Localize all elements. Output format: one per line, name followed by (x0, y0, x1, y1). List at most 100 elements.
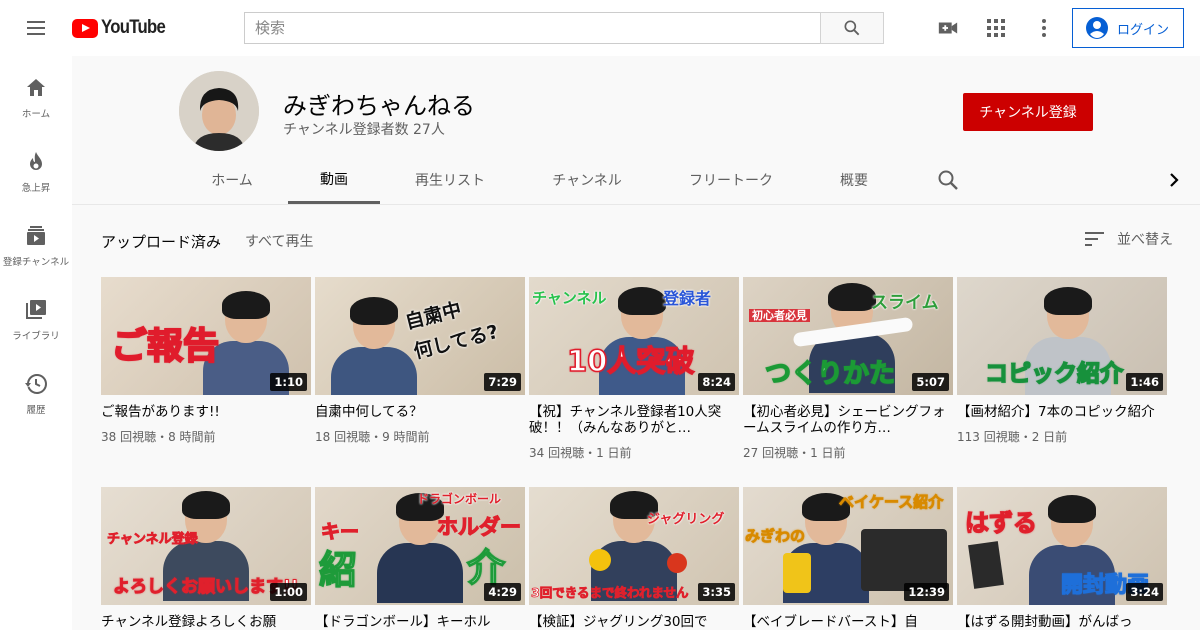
login-button[interactable]: ログイン (1072, 8, 1184, 48)
search-icon (844, 20, 860, 36)
video-meta: 34 回視聴・1 日前 (529, 446, 632, 460)
thumbnail-text: 紹 (318, 548, 358, 592)
thumbnail-text: 初心者必見 (749, 309, 810, 322)
thumbnail-text: ドラゴンボール (417, 492, 502, 506)
play-logo-icon (72, 18, 98, 38)
play-all-link[interactable]: すべて再生 (245, 231, 313, 251)
video-card[interactable]: 初心者必見 スライム つくりかた 5:07 【初心者必見】シェービングフォームス… (743, 277, 953, 461)
video-title[interactable]: ご報告があります!! (101, 404, 311, 420)
video-card[interactable]: コピック紹介 1:46 【画材紹介】7本のコピック紹介 113 回視聴・2 日前 (957, 277, 1167, 445)
video-duration: 12:39 (904, 583, 949, 601)
video-duration: 1:46 (1126, 373, 1163, 391)
thumbnail-text: ベイケース紹介 (839, 493, 944, 511)
video-card[interactable]: ドラゴンボール キー ホルダー 紹 介 4:29 【ドラゴンボール】キーホル (315, 487, 525, 630)
sidebar-item-history[interactable]: 履歴 (0, 352, 72, 426)
search-bar (244, 12, 884, 44)
thumbnail-text: ジャグリング (647, 512, 725, 527)
sidebar-item-library[interactable]: ライブラリ (0, 278, 72, 352)
video-thumbnail[interactable]: チャンネル 登録者 10人突破 8:24 (529, 277, 739, 395)
video-meta: 18 回視聴・9 時間前 (315, 430, 430, 444)
thumbnail-text: キー (320, 521, 360, 543)
channel-avatar[interactable] (179, 71, 259, 151)
chevron-right-icon[interactable] (1162, 168, 1186, 192)
videos-section: アップロード済み すべて再生 並べ替え ご報告 1:10 ご報告があります!! … (72, 204, 1200, 630)
tab-playlists[interactable]: 再生リスト (400, 156, 500, 204)
thumbnail-text: チャンネル (532, 289, 607, 307)
section-title: アップロード済み (101, 233, 222, 251)
search-input[interactable] (244, 12, 820, 44)
more-vert-icon[interactable] (1032, 16, 1056, 40)
video-thumbnail[interactable]: みぎわの ベイケース紹介 12:39 (743, 487, 953, 605)
video-title[interactable]: 【画材紹介】7本のコピック紹介 (957, 404, 1167, 420)
video-card[interactable]: 自粛中 何してる? 7:29 自粛中何してる？ 18 回視聴・9 時間前 (315, 277, 525, 445)
video-title[interactable]: 【はずる開封動画】がんばっ (957, 614, 1167, 630)
youtube-logo[interactable]: YouTube (72, 17, 174, 39)
sidebar-item-label: ホーム (21, 109, 51, 120)
video-duration: 7:29 (484, 373, 521, 391)
thumbnail-text: ホルダー (436, 515, 521, 539)
video-card[interactable]: ジャグリング 3回できるまで終われません 3:35 【検証】ジャグリング30回で (529, 487, 739, 630)
video-thumbnail[interactable]: 自粛中 何してる? 7:29 (315, 277, 525, 395)
tab-free-talk[interactable]: フリートーク (676, 156, 786, 204)
tab-home[interactable]: ホーム (191, 156, 273, 204)
video-thumbnail[interactable]: コピック紹介 1:46 (957, 277, 1167, 395)
channel-tabs: ホーム 動画 再生リスト チャンネル フリートーク 概要 (72, 156, 1200, 204)
thumbnail-text: コピック紹介 (984, 361, 1124, 387)
sort-label: 並べ替え (1117, 232, 1173, 248)
create-video-icon[interactable] (936, 16, 960, 40)
video-card[interactable]: はずる 開封動画 3:24 【はずる開封動画】がんばっ (957, 487, 1167, 630)
video-thumbnail[interactable]: ジャグリング 3回できるまで終われません 3:35 (529, 487, 739, 605)
thumbnail-text: 介 (466, 546, 506, 590)
video-duration: 1:00 (270, 583, 307, 601)
subscribe-button[interactable]: チャンネル登録 (963, 93, 1093, 131)
video-title[interactable]: 【初心者必見】シェービングフォームスライムの作り方… (743, 404, 953, 436)
sidebar-item-home[interactable]: ホーム (0, 56, 72, 130)
video-title[interactable]: 【祝】チャンネル登録者10人突破！！（みんなありがと… (529, 404, 739, 436)
tab-about[interactable]: 概要 (826, 156, 882, 204)
thumbnail-text: 3回できるまで終われません (531, 585, 689, 600)
video-duration: 1:10 (270, 373, 307, 391)
video-thumbnail[interactable]: ご報告 1:10 (101, 277, 311, 395)
search-button[interactable] (820, 12, 884, 44)
video-title[interactable]: 自粛中何してる？ (315, 404, 525, 420)
home-icon (27, 79, 45, 96)
thumbnail-text: 登録者 (663, 289, 712, 308)
tab-videos[interactable]: 動画 (288, 156, 380, 204)
video-thumbnail[interactable]: 初心者必見 スライム つくりかた 5:07 (743, 277, 953, 395)
channel-search-icon[interactable] (936, 168, 960, 192)
history-icon (25, 374, 47, 394)
video-title[interactable]: 【ドラゴンボール】キーホル (315, 614, 525, 630)
sidebar-item-subscriptions[interactable]: 登録チャンネル (0, 204, 72, 278)
video-card[interactable]: チャンネル登録 よろしくお願いします!! 1:00 チャンネル登録よろしくお願 (101, 487, 311, 630)
video-title[interactable]: 【検証】ジャグリング30回で (529, 614, 739, 630)
video-thumbnail[interactable]: ドラゴンボール キー ホルダー 紹 介 4:29 (315, 487, 525, 605)
masthead: YouTube ログイン (0, 0, 1200, 56)
sidebar-item-trending[interactable]: 急上昇 (0, 130, 72, 204)
video-card[interactable]: ご報告 1:10 ご報告があります!! 38 回視聴・8 時間前 (101, 277, 311, 445)
video-title[interactable]: 【ベイブレードバースト】自 (743, 614, 953, 630)
sidebar-item-label: 登録チャンネル (2, 257, 70, 268)
sidebar-item-label: 急上昇 (21, 183, 51, 194)
thumbnail-text: つくりかた (764, 359, 896, 389)
logo-text: YouTube (101, 17, 166, 38)
video-card[interactable]: チャンネル 登録者 10人突破 8:24 【祝】チャンネル登録者10人突破！！（… (529, 277, 739, 461)
sort-button[interactable]: 並べ替え (1085, 229, 1173, 249)
account-icon (1086, 17, 1108, 39)
tab-channels[interactable]: チャンネル (538, 156, 636, 204)
thumbnail-text: ご報告 (110, 326, 220, 367)
subscriptions-icon (27, 226, 45, 245)
channel-name: みぎわちゃんねる (283, 92, 475, 120)
menu-icon[interactable] (24, 16, 48, 40)
video-duration: 5:07 (912, 373, 949, 391)
thumbnail-text: みぎわの (745, 527, 806, 545)
trending-icon (30, 152, 42, 170)
video-title[interactable]: チャンネル登録よろしくお願 (101, 614, 311, 630)
video-card[interactable]: みぎわの ベイケース紹介 12:39 【ベイブレードバースト】自 (743, 487, 953, 630)
channel-header: みぎわちゃんねる チャンネル登録者数 27人 チャンネル登録 ホーム 動画 再生… (72, 56, 1200, 204)
subscriber-count: チャンネル登録者数 27人 (283, 122, 445, 138)
sidebar-item-label: ライブラリ (12, 331, 60, 342)
login-label: ログイン (1117, 22, 1170, 38)
video-thumbnail[interactable]: チャンネル登録 よろしくお願いします!! 1:00 (101, 487, 311, 605)
apps-grid-icon[interactable] (984, 16, 1008, 40)
video-thumbnail[interactable]: はずる 開封動画 3:24 (957, 487, 1167, 605)
